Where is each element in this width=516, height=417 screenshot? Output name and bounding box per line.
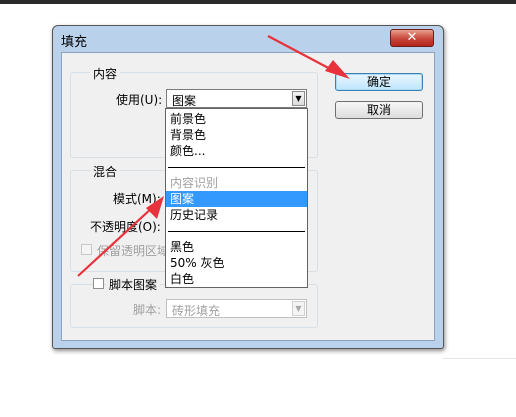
blend-group-legend: 混合 — [90, 163, 121, 180]
dropdown-item-background[interactable]: 背景色 — [166, 127, 307, 143]
script-label: 脚本: — [133, 303, 162, 317]
preserve-transparency-checkbox[interactable] — [81, 244, 92, 255]
mode-label: 模式(M): — [113, 192, 161, 206]
script-select-value: 砖形填充 — [172, 304, 221, 318]
dropdown-item-pattern[interactable]: 图案 — [166, 191, 307, 207]
background-divider — [442, 358, 516, 359]
dropdown-item-black[interactable]: 黑色 — [166, 239, 307, 255]
close-button[interactable]: ✕ — [390, 29, 434, 47]
use-dropdown-list: 前景色 背景色 颜色... 内容识别 图案 历史记录 黑色 50% 灰色 白色 — [165, 108, 308, 288]
script-select[interactable]: 砖形填充 ▼ — [166, 299, 307, 318]
dropdown-separator — [168, 231, 305, 232]
dropdown-item-white[interactable]: 白色 — [166, 271, 307, 287]
use-select-value: 图案 — [172, 94, 197, 108]
dropdown-separator — [168, 167, 305, 168]
cancel-button[interactable]: 取消 — [335, 101, 423, 119]
script-pattern-checkbox[interactable] — [93, 278, 104, 289]
dialog-title: 填充 — [61, 35, 88, 50]
dropdown-item-foreground[interactable]: 前景色 — [166, 111, 307, 127]
opacity-label: 不透明度(O): — [90, 220, 161, 234]
background-top-bar — [0, 0, 516, 4]
close-icon: ✕ — [406, 30, 418, 45]
use-select[interactable]: 图案 ▼ — [166, 89, 307, 108]
dropdown-item-content-aware: 内容识别 — [170, 176, 219, 190]
ok-button[interactable]: 确定 — [335, 73, 423, 91]
dropdown-item-gray[interactable]: 50% 灰色 — [166, 255, 307, 271]
content-group-legend: 内容 — [90, 65, 121, 82]
chevron-down-icon[interactable]: ▼ — [292, 301, 305, 316]
preserve-transparency-label: 保留透明区域 — [97, 244, 170, 258]
script-pattern-label: 脚本图案 — [106, 276, 161, 293]
use-label: 使用(U): — [116, 93, 163, 107]
dropdown-item-history[interactable]: 历史记录 — [166, 207, 307, 223]
dropdown-item-color[interactable]: 颜色... — [166, 143, 307, 159]
dialog-titlebar[interactable]: 填充 ✕ — [53, 26, 443, 52]
chevron-down-icon[interactable]: ▼ — [292, 91, 305, 106]
